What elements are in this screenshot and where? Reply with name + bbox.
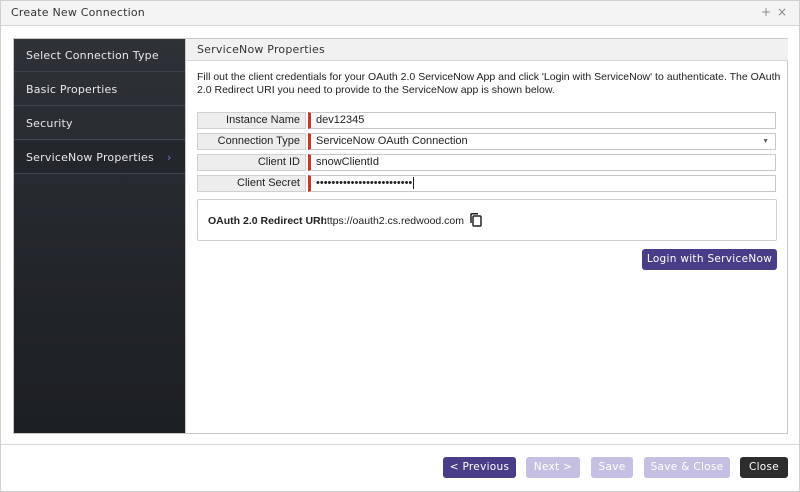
nav-item-label: Security [26,117,73,130]
properties-panel: ServiceNow Properties Fill out the clien… [185,39,788,433]
next-button[interactable]: Next > [526,457,580,478]
dialog-title: Create New Connection [11,6,145,19]
previous-button[interactable]: < Previous [443,457,516,478]
caret-down-icon: ▼ [762,138,769,145]
save-close-button[interactable]: Save & Close [644,457,730,478]
create-connection-dialog: Create New Connection + × Select Connect… [0,0,800,492]
save-button[interactable]: Save [591,457,633,478]
dialog-titlebar: Create New Connection + × [1,1,799,26]
redirect-uri-box: OAuth 2.0 Redirect URI: https://oauth2.c… [197,199,777,241]
section-header: ServiceNow Properties [186,39,788,61]
close-button[interactable]: Close [740,457,788,478]
redirect-uri-label: OAuth 2.0 Redirect URI: [208,215,328,227]
instance-name-label: Instance Name [197,112,306,129]
login-with-servicenow-button[interactable]: Login with ServiceNow [642,249,777,270]
wizard-steps-sidebar: Select Connection Type Basic Properties … [14,39,185,433]
connection-type-label: Connection Type [197,133,306,150]
instructions-text: Fill out the client credentials for your… [197,71,781,96]
redirect-uri-value: https://oauth2.cs.redwood.com [321,215,464,227]
connection-type-select[interactable]: ServiceNow OAuth Connection ▼ [308,133,776,150]
connection-type-row: Connection Type ServiceNow OAuth Connect… [197,133,777,150]
client-secret-input[interactable]: ••••••••••••••••••••••••• [308,175,776,192]
connection-type-value: ServiceNow OAuth Connection [316,135,468,147]
nav-item-label: Basic Properties [26,83,118,96]
client-id-row: Client ID snowClientId [197,154,777,171]
client-id-value: snowClientId [316,156,379,168]
nav-item-security[interactable]: Security [14,107,185,140]
client-secret-value: ••••••••••••••••••••••••• [316,177,413,189]
instance-name-value: dev12345 [316,114,365,126]
nav-item-label: ServiceNow Properties [26,151,154,164]
chevron-right-icon: › [167,151,172,164]
client-id-label: Client ID [197,154,306,171]
instance-name-input[interactable]: dev12345 [308,112,776,129]
nav-item-label: Select Connection Type [26,49,159,62]
copy-icon[interactable] [469,212,483,228]
client-secret-label: Client Secret [197,175,306,192]
nav-item-select-connection-type[interactable]: Select Connection Type [14,39,185,72]
nav-item-servicenow-properties[interactable]: ServiceNow Properties › [14,141,185,174]
footer-divider [1,444,799,445]
close-window-icon[interactable]: × [777,5,787,19]
instance-name-row: Instance Name dev12345 [197,112,777,129]
add-icon[interactable]: + [761,5,771,19]
wizard-frame: Select Connection Type Basic Properties … [13,38,788,434]
client-id-input[interactable]: snowClientId [308,154,776,171]
nav-item-basic-properties[interactable]: Basic Properties [14,73,185,106]
client-secret-row: Client Secret ••••••••••••••••••••••••• [197,175,777,192]
text-cursor [413,177,415,190]
